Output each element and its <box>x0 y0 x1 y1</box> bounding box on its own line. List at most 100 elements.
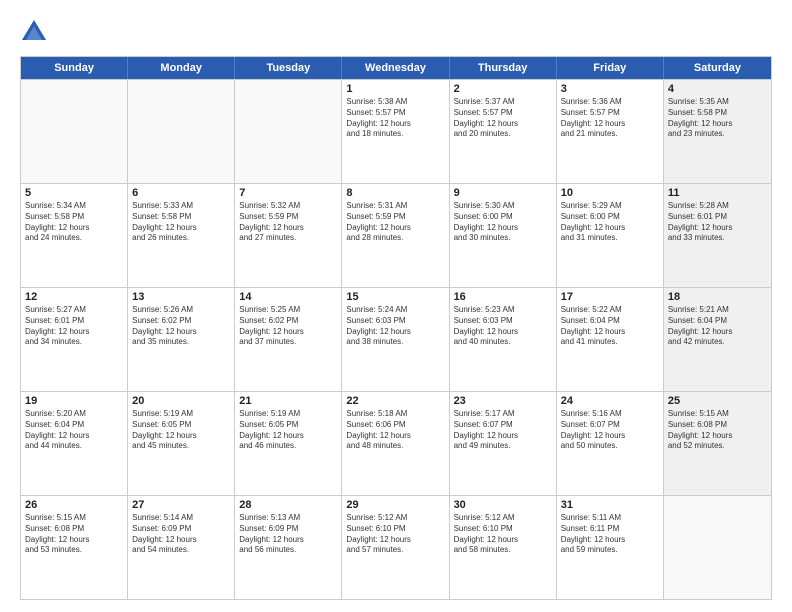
header <box>20 18 772 46</box>
day-number: 29 <box>346 499 444 511</box>
day-info: Sunrise: 5:30 AM Sunset: 6:00 PM Dayligh… <box>454 201 552 244</box>
logo-icon <box>20 18 48 46</box>
day-info: Sunrise: 5:15 AM Sunset: 6:08 PM Dayligh… <box>25 513 123 556</box>
calendar-row-2: 5 Sunrise: 5:34 AM Sunset: 5:58 PM Daylig… <box>21 183 771 287</box>
day-cell-31: 31 Sunrise: 5:11 AM Sunset: 6:11 PM Dayli… <box>557 496 664 599</box>
day-number: 8 <box>346 187 444 199</box>
day-cell-13: 13Sunrise: 5:26 AM Sunset: 6:02 PM Dayli… <box>128 288 235 391</box>
calendar-row-3: 12 Sunrise: 5:27 AM Sunset: 6:01 PM Dayli… <box>21 287 771 391</box>
day-info: Sunrise: 5:25 AM Sunset: 6:02 PM Dayligh… <box>239 305 337 348</box>
day-cell-7: 7 Sunrise: 5:32 AM Sunset: 5:59 PM Daylig… <box>235 184 342 287</box>
day-number: 21 <box>239 395 337 407</box>
day-cell-30: 30Sunrise: 5:12 AM Sunset: 6:10 PM Dayli… <box>450 496 557 599</box>
calendar: SundayMondayTuesdayWednesdayThursdayFrid… <box>20 56 772 600</box>
calendar-row-4: 19Sunrise: 5:20 AM Sunset: 6:04 PM Dayli… <box>21 391 771 495</box>
weekday-header-wednesday: Wednesday <box>342 57 449 79</box>
day-cell-20: 20 Sunrise: 5:19 AM Sunset: 6:05 PM Dayli… <box>128 392 235 495</box>
day-info: Sunrise: 5:36 AM Sunset: 5:57 PM Dayligh… <box>561 97 659 140</box>
day-info: Sunrise: 5:15 AM Sunset: 6:08 PM Dayligh… <box>668 409 767 452</box>
day-number: 26 <box>25 499 123 511</box>
day-cell-21: 21 Sunrise: 5:19 AM Sunset: 6:05 PM Dayli… <box>235 392 342 495</box>
day-number: 17 <box>561 291 659 303</box>
empty-cell <box>664 496 771 599</box>
day-cell-19: 19Sunrise: 5:20 AM Sunset: 6:04 PM Dayli… <box>21 392 128 495</box>
day-cell-12: 12 Sunrise: 5:27 AM Sunset: 6:01 PM Dayli… <box>21 288 128 391</box>
day-info: Sunrise: 5:28 AM Sunset: 6:01 PM Dayligh… <box>668 201 767 244</box>
day-number: 19 <box>25 395 123 407</box>
day-info: Sunrise: 5:29 AM Sunset: 6:00 PM Dayligh… <box>561 201 659 244</box>
weekday-header-monday: Monday <box>128 57 235 79</box>
day-info: Sunrise: 5:31 AM Sunset: 5:59 PM Dayligh… <box>346 201 444 244</box>
calendar-header: SundayMondayTuesdayWednesdayThursdayFrid… <box>21 57 771 79</box>
weekday-header-thursday: Thursday <box>450 57 557 79</box>
day-number: 28 <box>239 499 337 511</box>
day-number: 5 <box>25 187 123 199</box>
day-info: Sunrise: 5:17 AM Sunset: 6:07 PM Dayligh… <box>454 409 552 452</box>
weekday-header-friday: Friday <box>557 57 664 79</box>
day-info: Sunrise: 5:13 AM Sunset: 6:09 PM Dayligh… <box>239 513 337 556</box>
day-info: Sunrise: 5:11 AM Sunset: 6:11 PM Dayligh… <box>561 513 659 556</box>
day-info: Sunrise: 5:33 AM Sunset: 5:58 PM Dayligh… <box>132 201 230 244</box>
day-number: 18 <box>668 291 767 303</box>
day-info: Sunrise: 5:24 AM Sunset: 6:03 PM Dayligh… <box>346 305 444 348</box>
day-cell-17: 17 Sunrise: 5:22 AM Sunset: 6:04 PM Dayli… <box>557 288 664 391</box>
day-number: 9 <box>454 187 552 199</box>
day-cell-3: 3 Sunrise: 5:36 AM Sunset: 5:57 PM Daylig… <box>557 80 664 183</box>
day-number: 4 <box>668 83 767 95</box>
day-info: Sunrise: 5:18 AM Sunset: 6:06 PM Dayligh… <box>346 409 444 452</box>
weekday-header-sunday: Sunday <box>21 57 128 79</box>
day-info: Sunrise: 5:23 AM Sunset: 6:03 PM Dayligh… <box>454 305 552 348</box>
day-cell-10: 10Sunrise: 5:29 AM Sunset: 6:00 PM Dayli… <box>557 184 664 287</box>
day-cell-8: 8 Sunrise: 5:31 AM Sunset: 5:59 PM Daylig… <box>342 184 449 287</box>
day-number: 7 <box>239 187 337 199</box>
day-info: Sunrise: 5:22 AM Sunset: 6:04 PM Dayligh… <box>561 305 659 348</box>
day-cell-2: 2Sunrise: 5:37 AM Sunset: 5:57 PM Daylig… <box>450 80 557 183</box>
day-cell-27: 27 Sunrise: 5:14 AM Sunset: 6:09 PM Dayli… <box>128 496 235 599</box>
weekday-header-saturday: Saturday <box>664 57 771 79</box>
day-cell-16: 16Sunrise: 5:23 AM Sunset: 6:03 PM Dayli… <box>450 288 557 391</box>
day-info: Sunrise: 5:27 AM Sunset: 6:01 PM Dayligh… <box>25 305 123 348</box>
day-info: Sunrise: 5:35 AM Sunset: 5:58 PM Dayligh… <box>668 97 767 140</box>
day-cell-28: 28 Sunrise: 5:13 AM Sunset: 6:09 PM Dayli… <box>235 496 342 599</box>
day-number: 22 <box>346 395 444 407</box>
empty-cell <box>235 80 342 183</box>
calendar-body: 1 Sunrise: 5:38 AM Sunset: 5:57 PM Daylig… <box>21 79 771 599</box>
day-number: 27 <box>132 499 230 511</box>
day-info: Sunrise: 5:12 AM Sunset: 6:10 PM Dayligh… <box>346 513 444 556</box>
day-info: Sunrise: 5:38 AM Sunset: 5:57 PM Dayligh… <box>346 97 444 140</box>
day-cell-15: 15 Sunrise: 5:24 AM Sunset: 6:03 PM Dayli… <box>342 288 449 391</box>
day-number: 30 <box>454 499 552 511</box>
day-cell-25: 25 Sunrise: 5:15 AM Sunset: 6:08 PM Dayli… <box>664 392 771 495</box>
day-cell-5: 5 Sunrise: 5:34 AM Sunset: 5:58 PM Daylig… <box>21 184 128 287</box>
day-number: 11 <box>668 187 767 199</box>
day-number: 20 <box>132 395 230 407</box>
day-number: 6 <box>132 187 230 199</box>
day-number: 23 <box>454 395 552 407</box>
day-number: 15 <box>346 291 444 303</box>
weekday-header-tuesday: Tuesday <box>235 57 342 79</box>
day-cell-24: 24 Sunrise: 5:16 AM Sunset: 6:07 PM Dayli… <box>557 392 664 495</box>
day-cell-26: 26 Sunrise: 5:15 AM Sunset: 6:08 PM Dayli… <box>21 496 128 599</box>
day-info: Sunrise: 5:16 AM Sunset: 6:07 PM Dayligh… <box>561 409 659 452</box>
day-cell-23: 23 Sunrise: 5:17 AM Sunset: 6:07 PM Dayli… <box>450 392 557 495</box>
day-number: 14 <box>239 291 337 303</box>
day-info: Sunrise: 5:19 AM Sunset: 6:05 PM Dayligh… <box>132 409 230 452</box>
day-info: Sunrise: 5:19 AM Sunset: 6:05 PM Dayligh… <box>239 409 337 452</box>
day-number: 12 <box>25 291 123 303</box>
day-number: 31 <box>561 499 659 511</box>
day-number: 25 <box>668 395 767 407</box>
day-cell-11: 11 Sunrise: 5:28 AM Sunset: 6:01 PM Dayli… <box>664 184 771 287</box>
day-cell-1: 1 Sunrise: 5:38 AM Sunset: 5:57 PM Daylig… <box>342 80 449 183</box>
day-number: 2 <box>454 83 552 95</box>
day-number: 3 <box>561 83 659 95</box>
day-info: Sunrise: 5:34 AM Sunset: 5:58 PM Dayligh… <box>25 201 123 244</box>
day-info: Sunrise: 5:14 AM Sunset: 6:09 PM Dayligh… <box>132 513 230 556</box>
day-number: 24 <box>561 395 659 407</box>
day-number: 1 <box>346 83 444 95</box>
day-info: Sunrise: 5:21 AM Sunset: 6:04 PM Dayligh… <box>668 305 767 348</box>
calendar-row-5: 26 Sunrise: 5:15 AM Sunset: 6:08 PM Dayli… <box>21 495 771 599</box>
empty-cell <box>21 80 128 183</box>
day-info: Sunrise: 5:32 AM Sunset: 5:59 PM Dayligh… <box>239 201 337 244</box>
calendar-row-1: 1 Sunrise: 5:38 AM Sunset: 5:57 PM Daylig… <box>21 79 771 183</box>
page: SundayMondayTuesdayWednesdayThursdayFrid… <box>0 0 792 612</box>
